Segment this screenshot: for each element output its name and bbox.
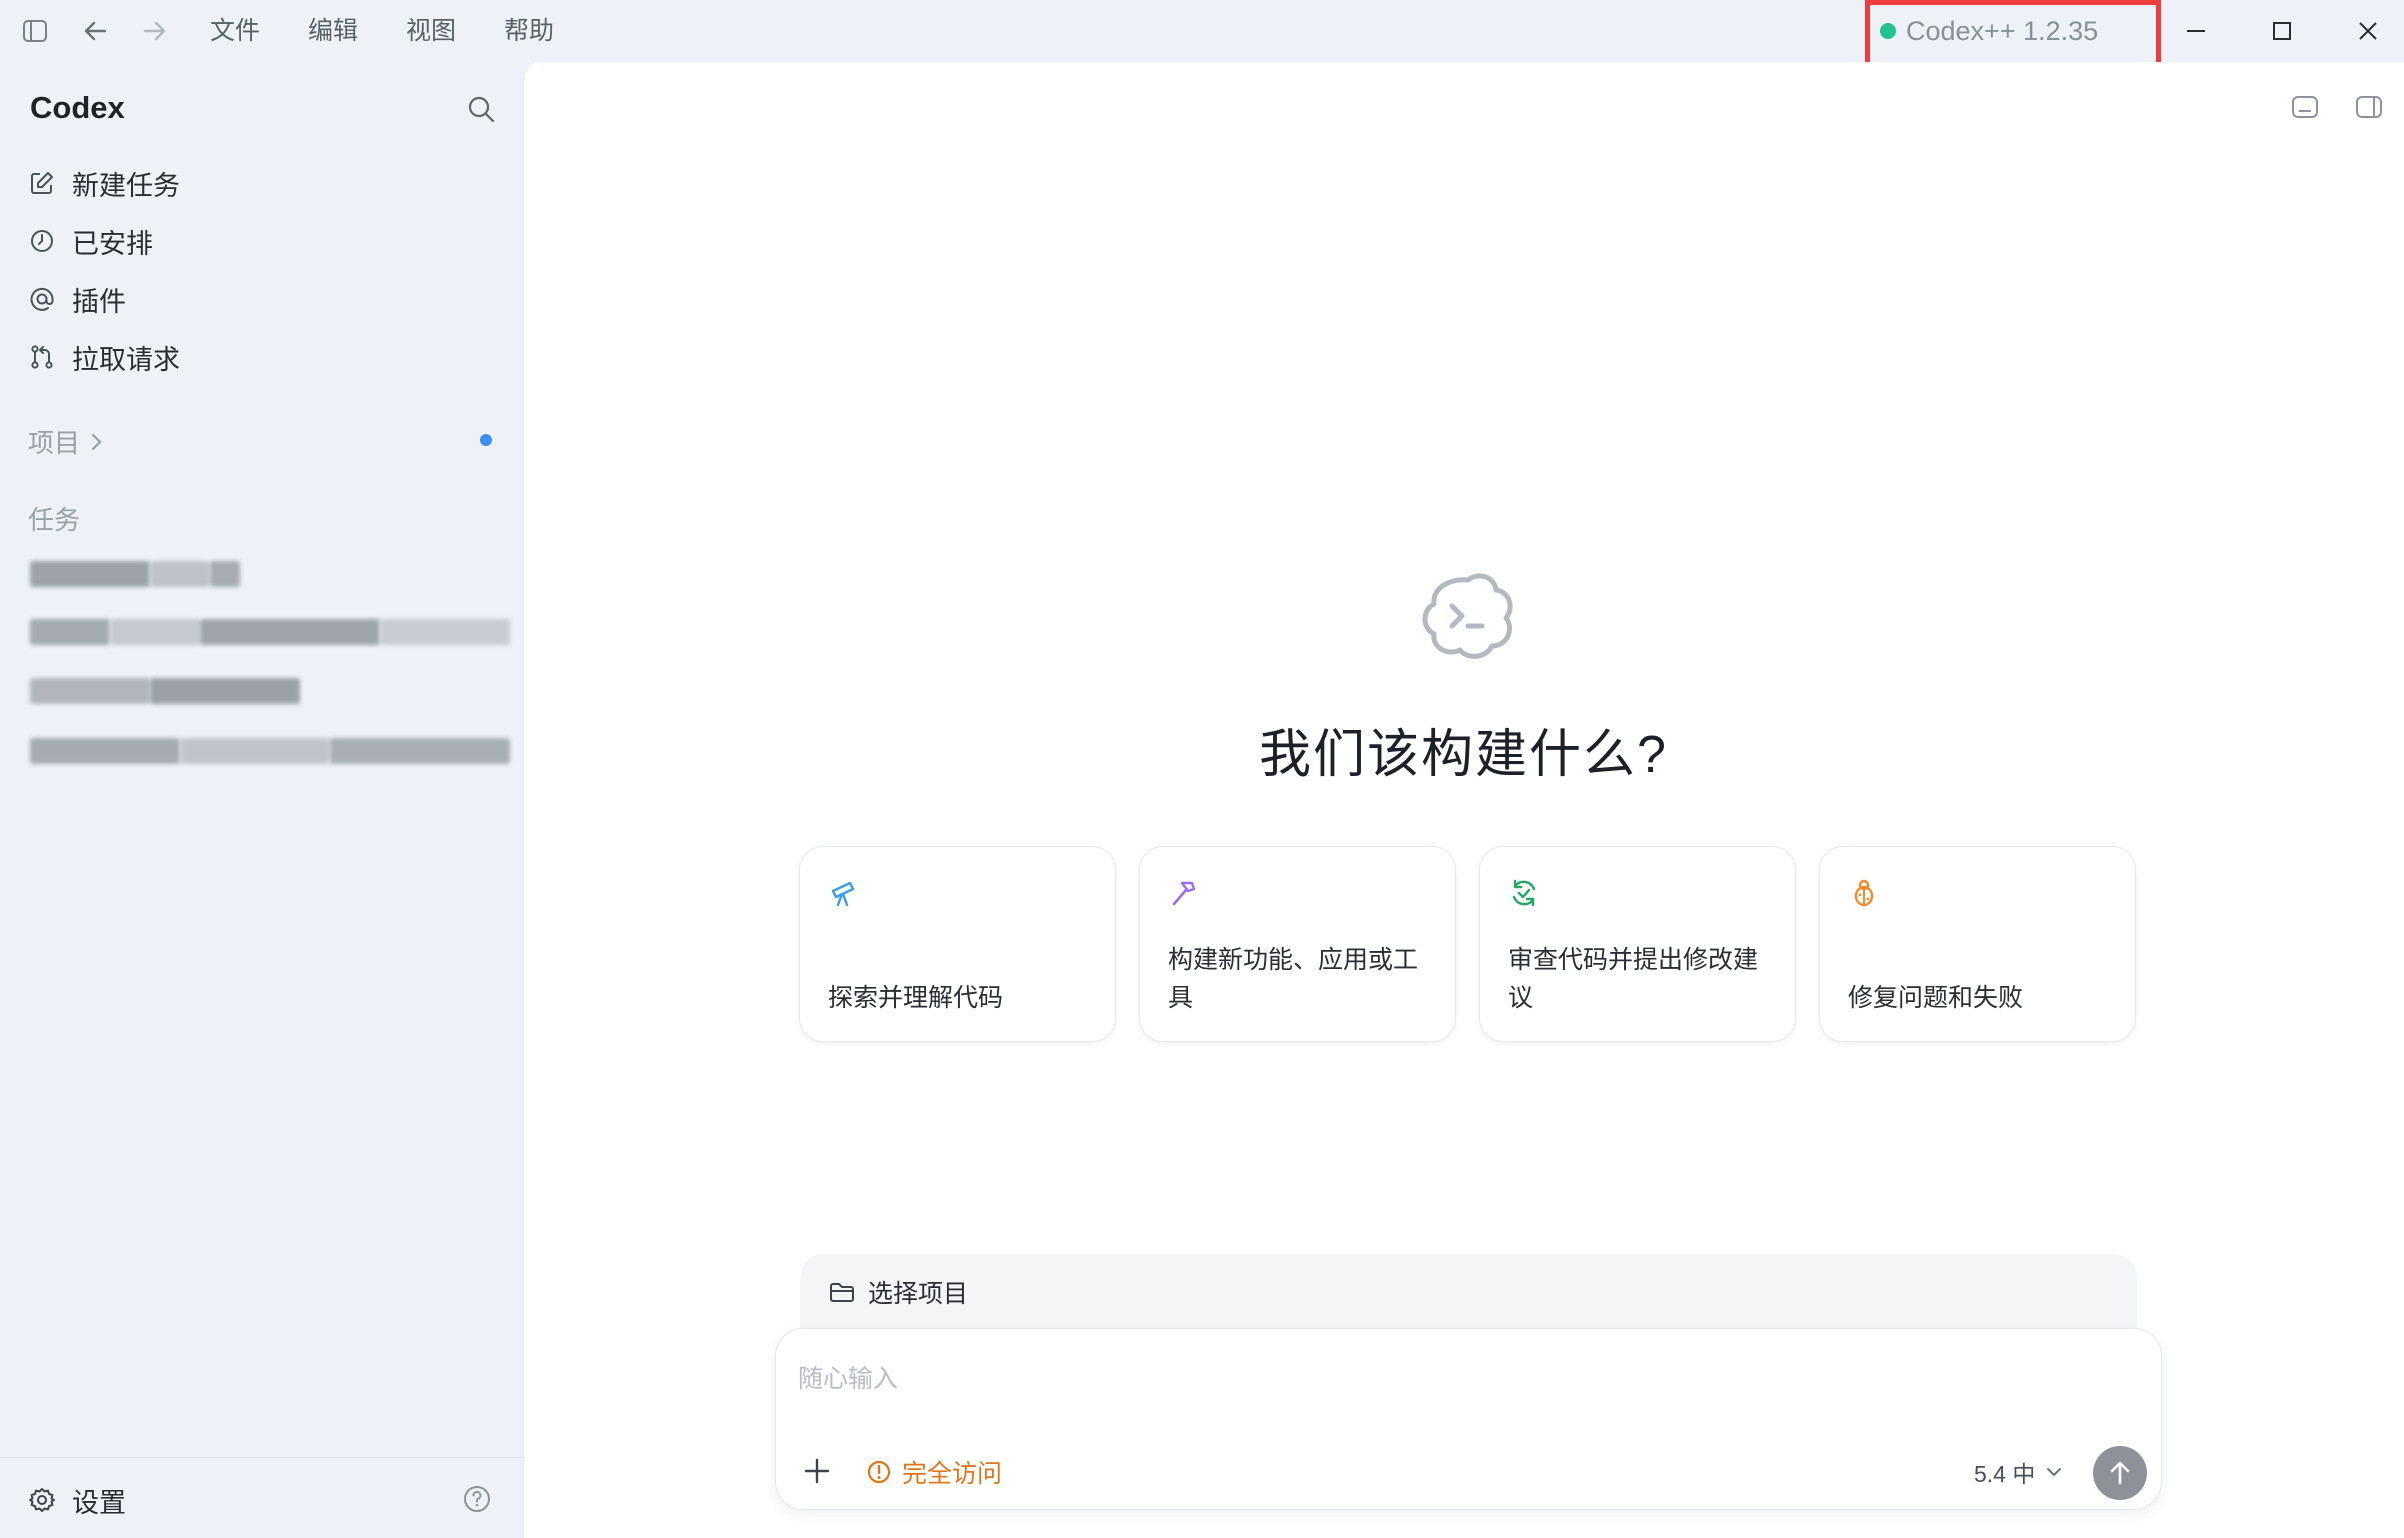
at-icon (28, 285, 56, 313)
suggestion-label: 探索并理解代码 (828, 984, 1004, 1012)
back-arrow-icon[interactable] (78, 14, 112, 48)
task-list-item[interactable] (28, 612, 510, 652)
codex-cloud-logo-icon (1420, 570, 1516, 662)
pull-request-icon (28, 343, 56, 371)
arrow-up-icon (2107, 1459, 2133, 1487)
help-icon[interactable] (462, 1484, 494, 1516)
project-bar (800, 1254, 2137, 1334)
sidebar-item-label: 新建任务 (72, 170, 180, 201)
task-list-item[interactable] (28, 554, 508, 594)
prompt-input[interactable] (796, 1356, 2100, 1402)
add-attachment-button[interactable] (800, 1454, 834, 1488)
warning-icon (866, 1459, 892, 1485)
access-mode-button[interactable]: 完全访问 (866, 1452, 1002, 1492)
maximize-button[interactable] (2252, 10, 2312, 52)
sidebar-divider (0, 1457, 523, 1458)
suggestion-card[interactable]: 构建新功能、应用或工具 (1139, 846, 1456, 1042)
sidebar-item-new-task[interactable]: 新建任务 (28, 161, 180, 205)
unread-dot-icon (480, 434, 492, 446)
bug-icon (1848, 877, 1880, 909)
sidebar-item-label: 插件 (72, 286, 126, 317)
project-select-button[interactable]: 选择项目 (828, 1272, 968, 1312)
search-icon[interactable] (466, 94, 500, 128)
projects-label: 项目 (28, 428, 81, 458)
sidebar-toggle-icon[interactable] (18, 14, 52, 48)
side-panel-icon[interactable] (2354, 94, 2388, 124)
hammer-icon (1168, 877, 1200, 909)
menu-view[interactable]: 视图 (406, 14, 456, 48)
suggestion-label: 审查代码并提出修改建议 (1508, 946, 1759, 1012)
suggestion-label: 修复问题和失败 (1848, 984, 2024, 1012)
sidebar-item-plugins[interactable]: 插件 (28, 277, 126, 321)
app-name: Codex (30, 90, 125, 125)
model-select[interactable]: 5.4 中 (1974, 1452, 2063, 1492)
menu-edit[interactable]: 编辑 (308, 14, 358, 48)
suggestion-card[interactable]: 探索并理解代码 (799, 846, 1116, 1042)
minimize-button[interactable] (2166, 10, 2226, 52)
forward-arrow-icon[interactable] (138, 14, 172, 48)
send-button[interactable] (2093, 1446, 2147, 1500)
suggestion-card[interactable]: 修复问题和失败 (1819, 846, 2136, 1042)
menu-help[interactable]: 帮助 (504, 14, 554, 48)
menu-file[interactable]: 文件 (210, 14, 260, 48)
terminal-panel-icon[interactable] (2290, 94, 2324, 124)
tasks-label: 任务 (28, 505, 81, 535)
folder-icon (828, 1280, 856, 1304)
project-select-label: 选择项目 (868, 1280, 969, 1308)
telescope-icon (828, 877, 860, 909)
sidebar-item-pull-requests[interactable]: 拉取请求 (28, 335, 180, 379)
gear-icon (28, 1486, 56, 1514)
review-cycle-icon (1508, 877, 1540, 909)
model-label: 5.4 中 (1974, 1461, 2036, 1487)
sidebar-item-scheduled[interactable]: 已安排 (28, 219, 153, 263)
task-list-item[interactable] (28, 672, 508, 712)
sidebar-item-label: 已安排 (72, 228, 153, 259)
suggestion-card[interactable]: 审查代码并提出修改建议 (1479, 846, 1796, 1042)
task-list-item[interactable] (28, 732, 510, 772)
access-mode-label: 完全访问 (902, 1460, 1003, 1488)
projects-section-toggle[interactable]: 项目 (28, 423, 104, 460)
chevron-down-icon (2045, 1465, 2063, 1479)
edit-icon (28, 169, 56, 197)
hero-heading: 我们该构建什么? (1259, 726, 1668, 784)
settings-button[interactable]: 设置 (28, 1478, 126, 1522)
chevron-right-icon (90, 432, 104, 452)
settings-label: 设置 (72, 1487, 126, 1518)
close-button[interactable] (2338, 10, 2398, 52)
clock-icon (28, 227, 56, 255)
sidebar-item-label: 拉取请求 (72, 344, 180, 375)
suggestion-label: 构建新功能、应用或工具 (1168, 946, 1419, 1012)
